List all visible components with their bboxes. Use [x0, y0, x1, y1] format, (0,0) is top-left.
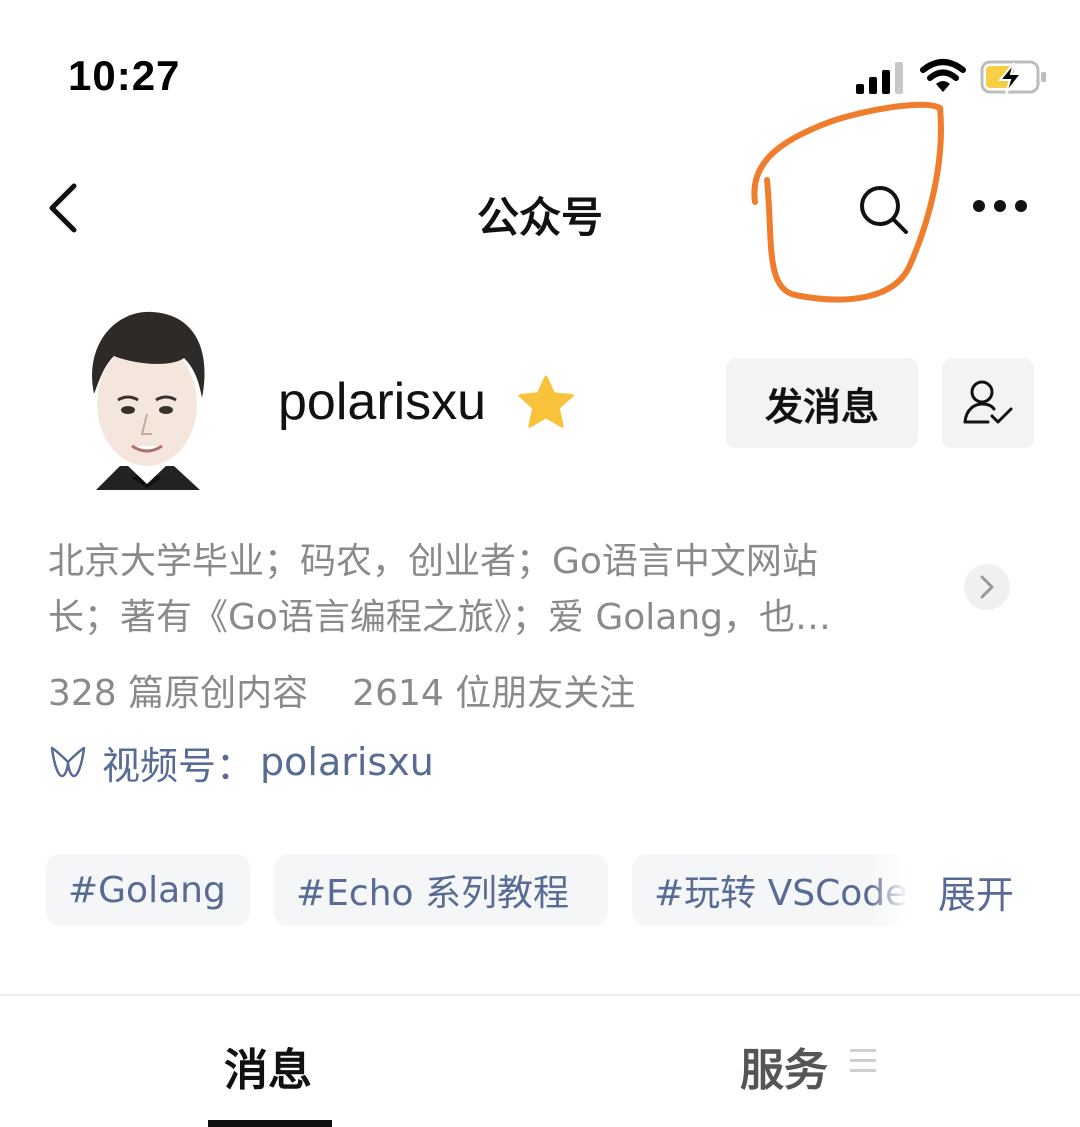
tag-vscode[interactable]: #玩转 VSCode: [632, 854, 908, 926]
tab-services[interactable]: 服务: [740, 1034, 828, 1098]
account-stats: 328 篇原创内容 2614 位朋友关注: [48, 664, 635, 716]
account-name: polarisxu: [278, 373, 487, 431]
ellipsis-icon[interactable]: [972, 196, 1028, 216]
original-count: 328 篇原创内容: [48, 673, 309, 714]
channel-label: 视频号：: [102, 743, 255, 788]
wifi-icon: [920, 59, 966, 92]
channel-name: polarisxu: [260, 740, 434, 784]
avatar[interactable]: [74, 306, 220, 498]
tag-echo-tutorial[interactable]: #Echo 系列教程: [274, 854, 608, 926]
divider: [0, 994, 1080, 996]
chevron-right-icon: [980, 575, 994, 599]
video-channel-icon: [50, 746, 86, 778]
bio-line: 长；著有《Go语言编程之旅》；爱 Golang，也…: [48, 597, 832, 638]
status-time: 10:27: [68, 52, 181, 99]
account-bio[interactable]: 北京大学毕业；码农，创业者；Go语言中文网站 长；著有《Go语言编程之旅》；爱 …: [48, 534, 948, 646]
tag-fade: [868, 854, 908, 926]
tag-golang[interactable]: #Golang: [46, 854, 250, 926]
user-check-icon: [963, 380, 1013, 424]
status-bar: 10:27: [0, 0, 1080, 140]
page-title: 公众号: [476, 193, 603, 242]
active-tab-indicator: [208, 1120, 332, 1127]
nav-bar: 公众号: [0, 150, 1080, 270]
signal-icon: [856, 62, 903, 94]
tab-messages[interactable]: 消息: [224, 1034, 312, 1098]
bio-line: 北京大学毕业；码农，创业者；Go语言中文网站: [48, 541, 818, 582]
search-icon[interactable]: [858, 184, 910, 236]
star-icon: [518, 375, 574, 428]
video-channel-link[interactable]: 视频号： polarisxu: [48, 734, 434, 790]
expand-tags-link[interactable]: 展开: [938, 864, 1014, 919]
followed-button[interactable]: [942, 358, 1034, 448]
battery-charging-icon: [980, 60, 1046, 94]
follower-count: 2614 位朋友关注: [352, 673, 636, 714]
menu-icon[interactable]: [850, 1046, 878, 1076]
send-message-button[interactable]: 发消息: [726, 358, 918, 448]
bio-more-button[interactable]: [964, 564, 1010, 610]
